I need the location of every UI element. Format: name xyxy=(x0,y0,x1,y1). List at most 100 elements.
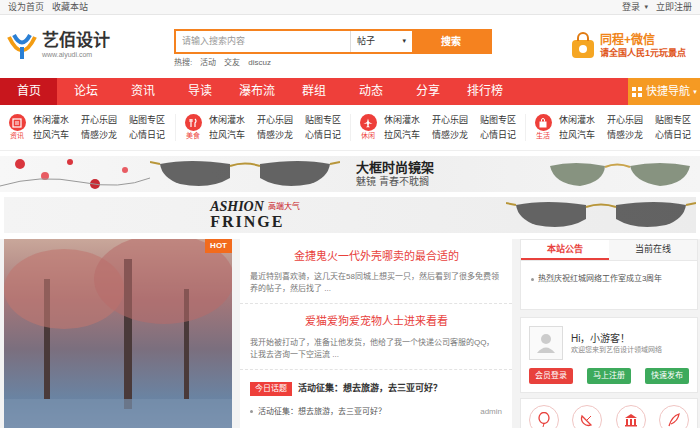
tab[interactable]: 当前在线 xyxy=(609,240,697,260)
nav-item[interactable]: 瀑布流 xyxy=(228,78,285,105)
category-link[interactable]: 休闲灌水 xyxy=(33,115,69,126)
category-link[interactable]: 心情日记 xyxy=(655,130,691,141)
action-button[interactable]: 会员登录 xyxy=(529,368,573,384)
category-link[interactable]: 贴图专区 xyxy=(480,115,516,126)
ad-banner[interactable]: 大框时尚镜架魅镜 青春不耽搁 xyxy=(0,156,700,192)
bullet-icon xyxy=(531,278,534,281)
action-button[interactable]: 马上注册 xyxy=(587,368,631,384)
balloon-icon[interactable] xyxy=(529,405,559,428)
category-head[interactable]: 休闲 xyxy=(355,114,381,140)
notice-link[interactable]: 热烈庆祝红城网络工作室成立3周年 xyxy=(538,273,662,285)
category-link[interactable]: 休闲灌水 xyxy=(384,115,420,126)
action-button[interactable]: 快速发布 xyxy=(645,368,689,384)
nav-item[interactable]: 首页 xyxy=(0,78,57,105)
greeting: Hi，小游客！ xyxy=(571,332,662,345)
category-link[interactable]: 心情日记 xyxy=(305,130,341,141)
category-link[interactable]: 休闲灌水 xyxy=(559,115,595,126)
search-type[interactable]: 帖子▾ xyxy=(350,31,412,52)
banner-title: 大框时尚镜架 xyxy=(356,160,434,176)
category-link[interactable]: 情感沙龙 xyxy=(432,130,468,141)
register-link[interactable]: 立即注册 xyxy=(656,0,692,14)
logo-icon xyxy=(6,30,38,62)
category-label[interactable]: 休闲 xyxy=(361,131,375,140)
nav-item[interactable]: 群组 xyxy=(285,78,342,105)
category-link[interactable]: 拉风汽车 xyxy=(384,130,420,141)
banner-title: ASHION xyxy=(210,200,264,214)
article-list: 金捷鬼火一代外壳哪卖的最合适的最近特别喜欢骑，这几天在58同城上想买一只，然后看… xyxy=(240,239,512,428)
thread-title[interactable]: 活动征集：想去旅游，去三亚可好？ xyxy=(258,406,386,418)
hot-label: 热搜: xyxy=(174,57,192,69)
login-menu[interactable]: 登录 ▾ xyxy=(622,0,648,14)
quick-nav[interactable]: 快捷导航▾ xyxy=(628,78,700,105)
category-link[interactable]: 情感沙龙 xyxy=(257,130,293,141)
hot-link[interactable]: 交友 xyxy=(224,57,240,69)
bank-icon[interactable] xyxy=(616,405,646,428)
header: 艺佰设计www.aiyudi.com 帖子▾ 搜索热搜: 活动交友 discuz 同程+微… xyxy=(0,15,700,77)
category-link[interactable]: 心情日记 xyxy=(129,130,165,141)
search-button-label: 搜索 xyxy=(441,34,461,49)
nav-item[interactable]: 论坛 xyxy=(57,78,114,105)
nav-item[interactable]: 分享 xyxy=(399,78,456,105)
category-head[interactable]: 资讯 xyxy=(4,114,30,140)
nav-item[interactable]: 排行榜 xyxy=(456,78,513,105)
category-link[interactable]: 开心乐园 xyxy=(81,115,117,126)
search-area: 帖子▾ 搜索热搜: 活动交友 discuz xyxy=(174,15,492,69)
nav-item[interactable]: 资讯 xyxy=(114,78,171,105)
category-group: 休闲休闲灌水 开心乐园 贴图专区拉风汽车 情感沙龙 心情日记 xyxy=(350,114,525,140)
ad-banner[interactable]: ASHION高端大气FRINGE xyxy=(4,197,696,233)
banner-subtitle: FRINGE xyxy=(210,214,300,230)
category-link[interactable]: 贴图专区 xyxy=(655,115,691,126)
hot-link[interactable]: 活动 xyxy=(200,57,216,69)
category-link[interactable]: 休闲灌水 xyxy=(209,115,245,126)
tab[interactable]: 本站公告 xyxy=(521,240,609,260)
search-box: 帖子▾ 搜索 xyxy=(174,29,492,54)
feather-icon[interactable] xyxy=(659,405,689,428)
topic-title[interactable]: 活动征集：想去旅游，去三亚可好？ xyxy=(298,383,442,395)
hot-badge: HOT xyxy=(205,239,232,253)
search-input[interactable] xyxy=(176,31,350,52)
category-link[interactable]: 拉风汽车 xyxy=(209,130,245,141)
category-group: 资讯休闲灌水 开心乐园 贴图专区拉风汽车 情感沙龙 心情日记 xyxy=(0,114,175,140)
category-link[interactable]: 开心乐园 xyxy=(607,115,643,126)
sunglasses-icon xyxy=(540,156,700,192)
search-button[interactable]: 搜索 xyxy=(412,31,490,52)
site-name: 艺佰设计 xyxy=(42,32,110,51)
article: 爱猫爱狗爱宠物人士进来看看我开始被打动了，准备让他发货，他给了我一个快递公司客服… xyxy=(240,304,512,369)
category-link[interactable]: 情感沙龙 xyxy=(81,130,117,141)
logo[interactable]: 艺佰设计www.aiyudi.com xyxy=(6,30,174,62)
category-label[interactable]: 美食 xyxy=(186,131,200,140)
avatar-icon xyxy=(529,326,563,360)
category-label[interactable]: 资讯 xyxy=(10,131,24,140)
bag-icon xyxy=(570,32,596,60)
ad-text: 同程+微信请全国人民1元玩景点 xyxy=(600,33,686,58)
category-link[interactable]: 拉风汽车 xyxy=(33,130,69,141)
category-link[interactable]: 情感沙龙 xyxy=(607,130,643,141)
category-head[interactable]: 生活 xyxy=(530,114,556,140)
category-link[interactable]: 开心乐园 xyxy=(432,115,468,126)
hot-link[interactable]: discuz xyxy=(248,57,271,69)
plane-icon xyxy=(360,114,377,131)
notice-item: 热烈庆祝红城网络工作室成立3周年 xyxy=(531,273,687,285)
logo-text: 艺佰设计www.aiyudi.com xyxy=(42,32,110,59)
satellite-icon[interactable] xyxy=(572,405,602,428)
top-link[interactable]: 设为首页 xyxy=(8,0,44,14)
category-link[interactable]: 拉风汽车 xyxy=(559,130,595,141)
category-link[interactable]: 贴图专区 xyxy=(305,115,341,126)
feature-photo[interactable]: HOT xyxy=(4,239,232,428)
article-title[interactable]: 金捷鬼火一代外壳哪卖的最合适的 xyxy=(250,249,502,263)
category-link[interactable]: 心情日记 xyxy=(480,130,516,141)
nav-item[interactable]: 动态 xyxy=(342,78,399,105)
dropdown-arrow-icon[interactable]: ▾ xyxy=(644,0,648,14)
article-title[interactable]: 爱猫爱狗爱宠物人士进来看看 xyxy=(250,314,502,328)
guest-text: Hi，小游客！欢迎您来到艺佰设计领域网络 xyxy=(571,332,662,354)
food-icon xyxy=(185,114,202,131)
category-link[interactable]: 开心乐园 xyxy=(257,115,293,126)
category-links: 休闲灌水 开心乐园 贴图专区拉风汽车 情感沙龙 心情日记 xyxy=(209,115,341,141)
top-link[interactable]: 收藏本站 xyxy=(52,0,88,14)
category-head[interactable]: 美食 xyxy=(180,114,206,140)
header-ad[interactable]: 同程+微信请全国人民1元玩景点 xyxy=(570,32,694,60)
category-label[interactable]: 生活 xyxy=(536,131,550,140)
login-link[interactable]: 登录 xyxy=(622,0,640,14)
category-link[interactable]: 贴图专区 xyxy=(129,115,165,126)
nav-item[interactable]: 导读 xyxy=(171,78,228,105)
